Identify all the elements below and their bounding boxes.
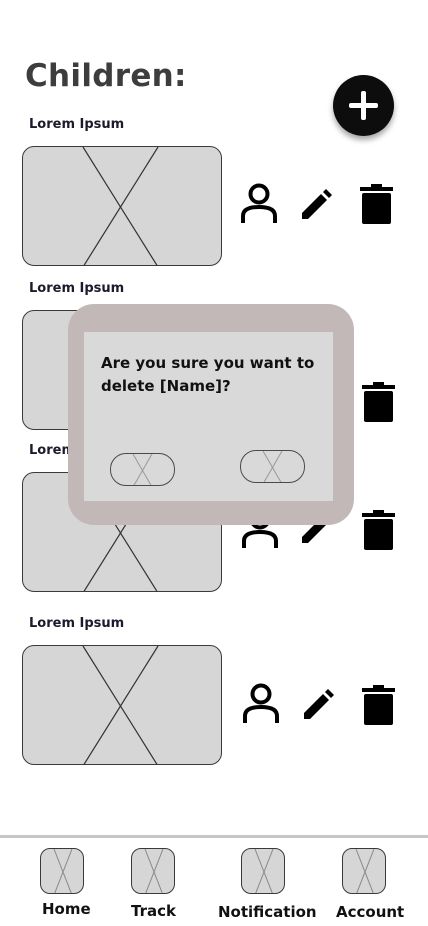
account-icon [342, 848, 386, 894]
edit-icon[interactable] [302, 689, 334, 721]
nav-label-home: Home [42, 900, 91, 918]
nav-label-account: Account [336, 903, 405, 921]
dialog-body: Are you sure you want to delete [Name]? [84, 332, 333, 501]
child-name-label: Lorem Ipsum [29, 281, 125, 296]
track-icon [131, 848, 175, 894]
plus-icon [349, 91, 378, 120]
child-photo-placeholder[interactable] [22, 146, 222, 266]
child-name-label: Lorem Ipsum [29, 117, 125, 132]
dialog-cancel-button[interactable] [110, 453, 175, 486]
dialog-confirm-button[interactable] [240, 450, 305, 483]
edit-icon[interactable] [300, 189, 332, 221]
delete-icon[interactable] [362, 685, 395, 725]
delete-icon[interactable] [362, 510, 395, 550]
nav-label-notification: Notification [218, 903, 317, 921]
page-title: Children: [25, 58, 187, 94]
profile-icon[interactable] [242, 683, 280, 725]
child-name-label: Lorem Ipsum [29, 616, 125, 631]
image-placeholder-icon [82, 646, 159, 764]
dialog-message: Are you sure you want to delete [Name]? [101, 354, 315, 395]
delete-icon[interactable] [362, 382, 395, 422]
home-icon [40, 848, 84, 894]
notification-icon [241, 848, 285, 894]
delete-confirmation-dialog: Are you sure you want to delete [Name]? [68, 304, 354, 525]
delete-icon[interactable] [360, 184, 393, 224]
button-placeholder-icon [262, 451, 283, 482]
child-photo-placeholder[interactable] [22, 645, 222, 765]
profile-icon[interactable] [240, 183, 278, 225]
nav-divider [0, 835, 428, 838]
image-placeholder-icon [82, 147, 159, 265]
nav-label-track: Track [131, 902, 176, 920]
add-child-button[interactable] [333, 75, 394, 136]
button-placeholder-icon [132, 454, 153, 485]
